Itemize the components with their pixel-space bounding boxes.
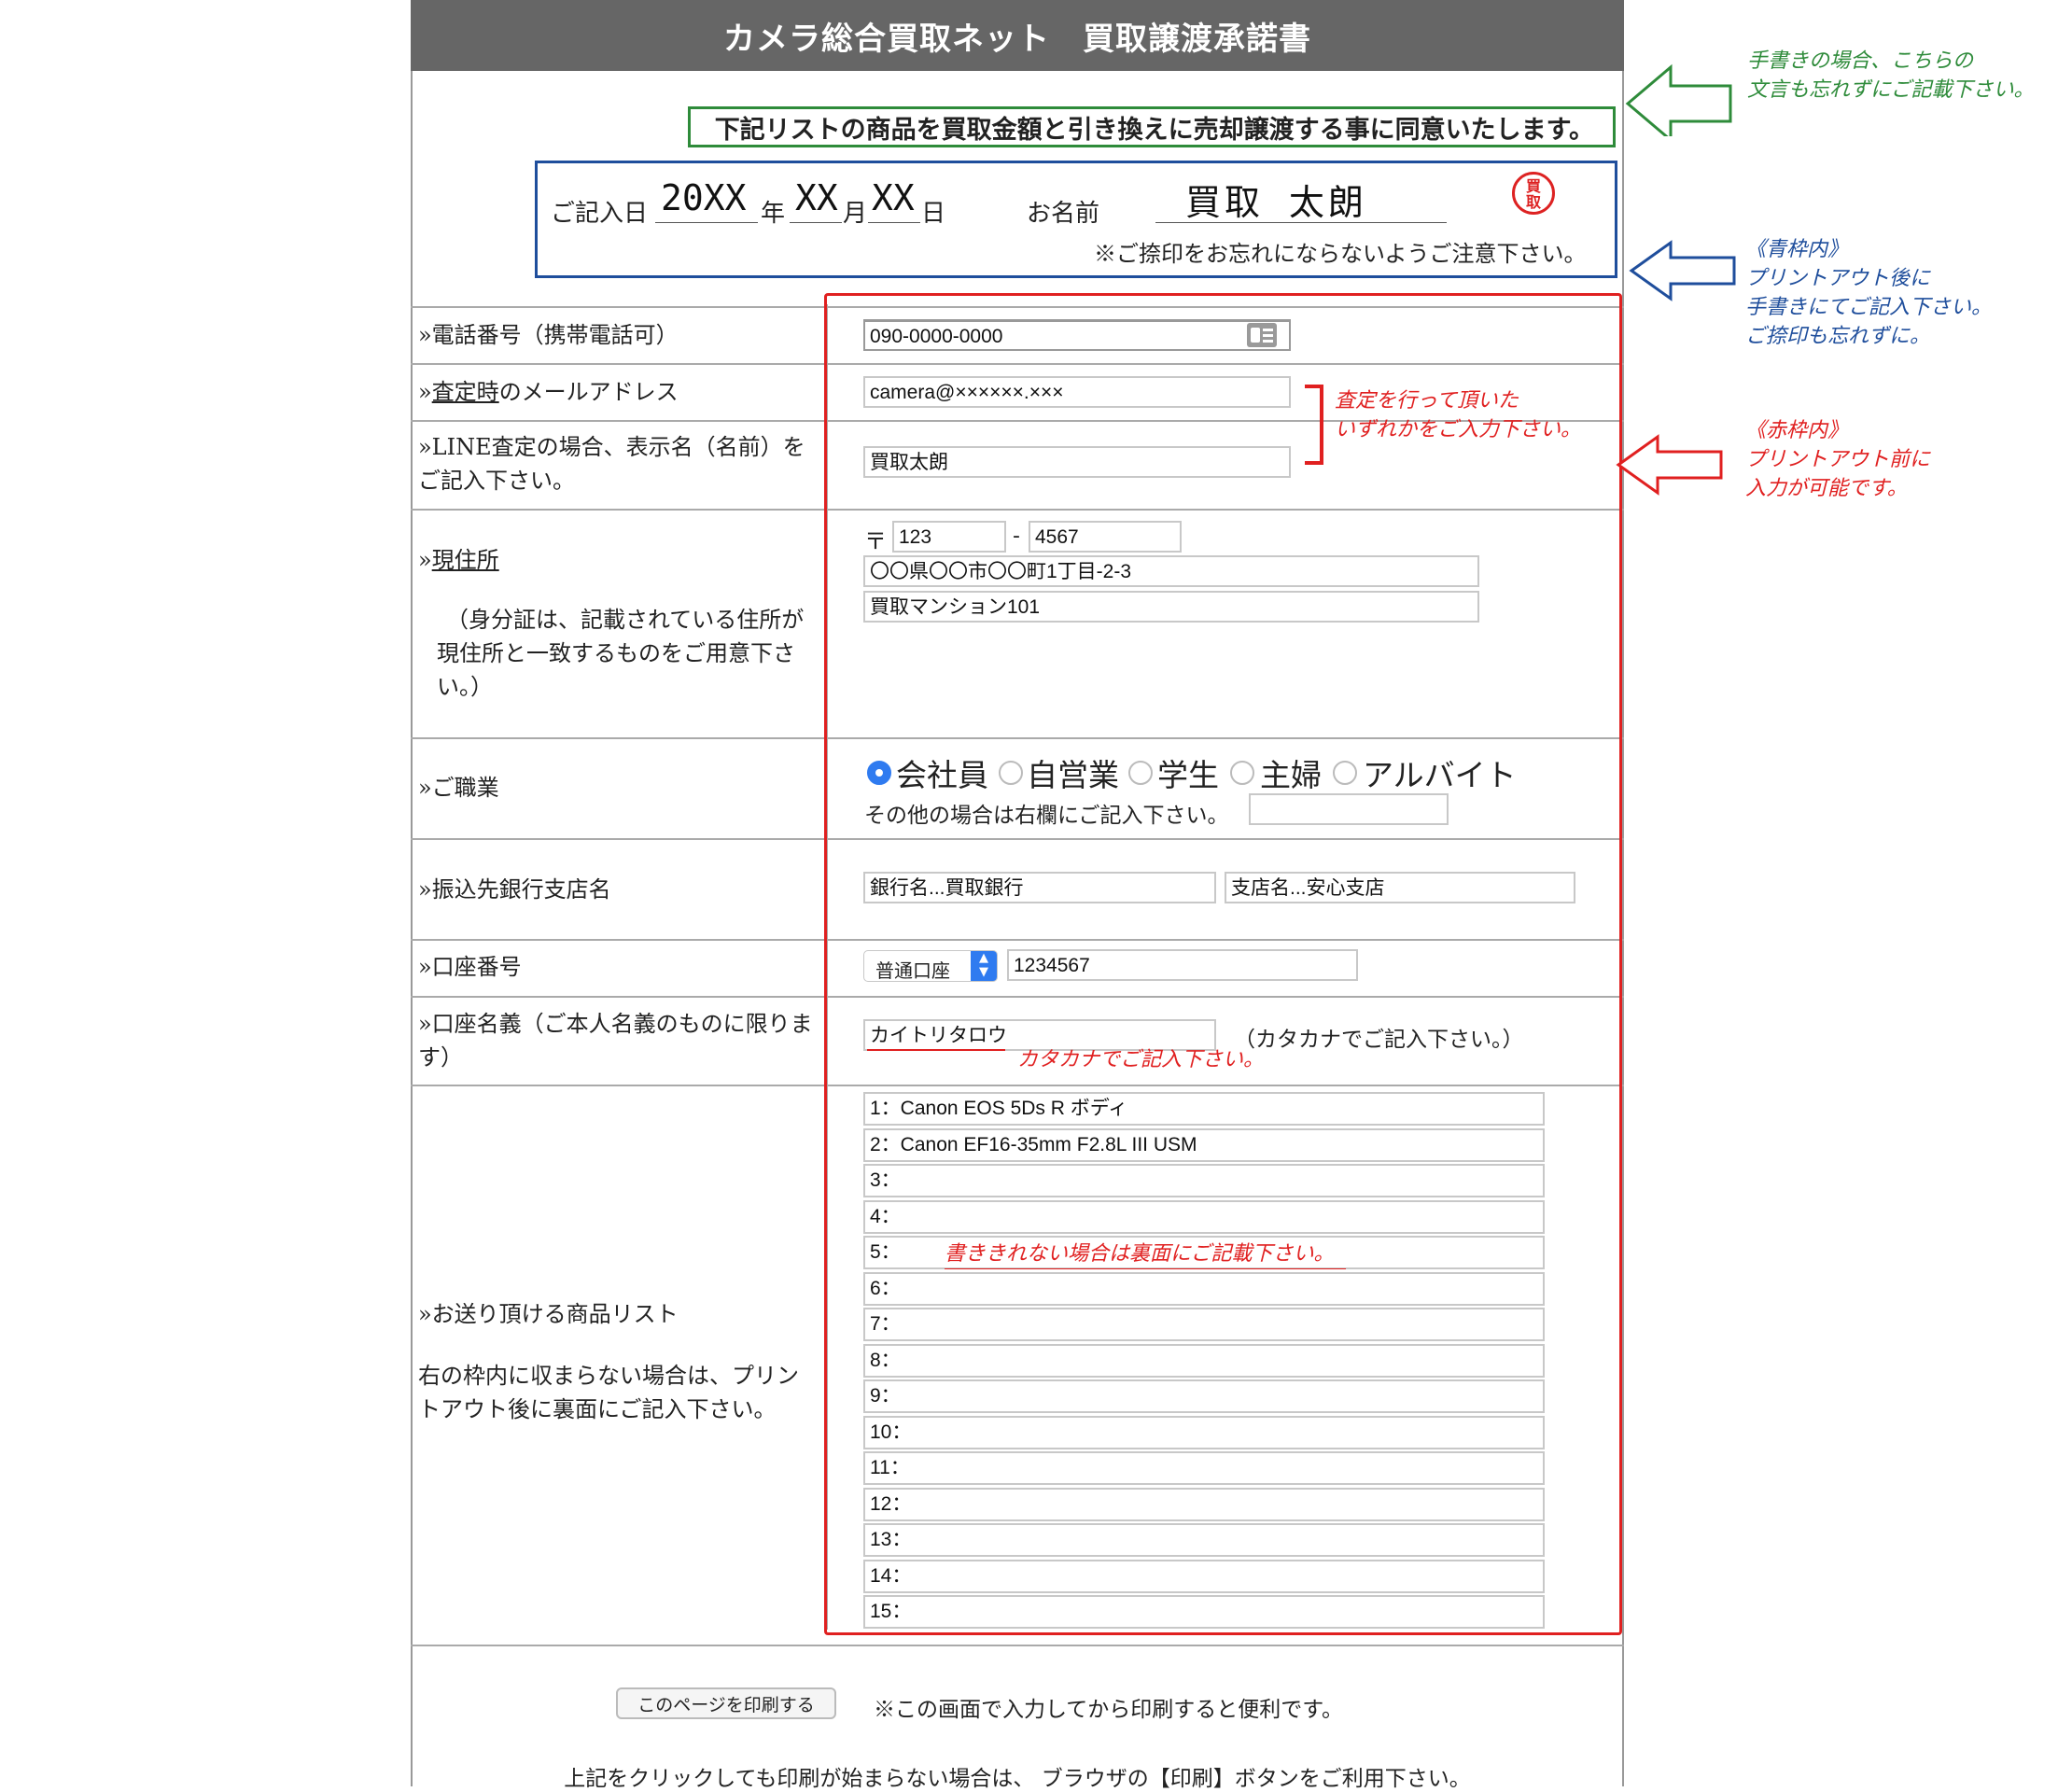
phone-label: »電話番号（携帯電話可） [418,322,679,348]
contact-card-icon[interactable] [1247,323,1277,347]
phone-input[interactable]: 090-0000-0000 [863,319,1291,351]
blue-arrow-icon [1629,240,1736,301]
job-label: »ご職業 [418,775,499,801]
holder-hint: （カタカナでご記入下さい。） [1234,1028,1524,1052]
job-option-5[interactable]: アルバイト [1363,750,1517,795]
job-other-label: その他の場合は右欄にご記入下さい。 [864,804,1229,828]
job-radio-2[interactable] [999,761,1023,785]
page-title: カメラ総合買取ネット 買取譲渡承諾書 [411,0,1624,71]
item-row-15-input[interactable]: 15： [863,1595,1545,1629]
item-row-1-input[interactable]: 1：Canon EOS 5Ds R ボディ [863,1092,1545,1126]
red-arrow-icon [1616,434,1723,496]
job-option-1[interactable]: 会社員 [896,750,988,795]
bank-name-input[interactable]: 銀行名...買取銀行 [863,872,1216,903]
address-line2-input[interactable]: 買取マンション101 [863,591,1479,623]
print-note: ※この画面で入力してから印刷すると便利です。 [874,1698,1344,1722]
item-row-13-input[interactable]: 13： [863,1523,1545,1557]
job-radio-5[interactable] [1333,761,1357,785]
holder-underline [867,1049,1005,1051]
red-side-note: 《赤枠内》 プリントアウト前に 入力が可能です。 [1745,419,1931,500]
date-label: ご記入日 [551,200,649,228]
date-day: XX [872,177,915,218]
email-input[interactable]: camera@××××××.××× [863,376,1291,408]
red-items-note: 書ききれない場合は裏面にご記載下さい。 [945,1239,1346,1269]
seal-char-1: 買 [1525,177,1541,195]
item-row-12-input[interactable]: 12： [863,1487,1545,1521]
item-row-4-input[interactable]: 4： [863,1199,1545,1234]
line-label: »LINE査定の場合、表示名（名前）をご記入下さい。 [418,434,805,494]
account-number-input[interactable]: 1234567 [1007,949,1358,981]
name-label: お名前 [1027,200,1100,228]
item-row-6-input[interactable]: 6： [863,1271,1545,1306]
print-footer: 上記をクリックしても印刷が始まらない場合は、 ブラウザの【印刷】ボタンをご利用下… [564,1767,1471,1791]
job-option-2[interactable]: 自営業 [1027,750,1119,795]
line-name-input[interactable]: 買取太朗 [863,446,1291,478]
date-month: XX [795,177,838,218]
agreement-box: 下記リストの商品を買取金額と引き換えに売却譲渡する事に同意いたします。 [688,106,1616,147]
items-note: 右の枠内に収まらない場合は、プリントアウト後に裏面にご記入下さい。 [418,1363,799,1422]
account-label: »口座番号 [418,954,522,980]
date-year-unit: 年 [761,200,786,228]
bank-label: »振込先銀行支店名 [418,876,611,903]
name-value: 買取 太朗 [1185,182,1367,223]
seal-char-2: 取 [1525,193,1541,211]
item-row-11-input[interactable]: 11： [863,1451,1545,1485]
job-option-4[interactable]: 主婦 [1260,750,1322,795]
address-label: »現住所 [418,547,499,573]
email-label: »査定時のメールアドレス [418,379,679,405]
address-note: （身分証は、記載されている住所が現住所と一致するものをご用意下さい。） [437,607,805,700]
item-row-2-input[interactable]: 2：Canon EF16-35mm F2.8L III USM [863,1127,1545,1162]
item-row-7-input[interactable]: 7： [863,1308,1545,1341]
blue-note: 《青枠内》 プリントアウト後に 手書きにてご記入下さい。 ご捺印も忘れずに。 [1745,238,1993,348]
branch-name-input[interactable]: 支店名...安心支店 [1225,872,1575,903]
date-month-unit: 月 [843,200,868,228]
seal-stamp: 買 取 [1512,172,1555,215]
job-radio-3[interactable] [1128,761,1153,785]
date-year: 20XX [661,177,747,218]
account-type-value: 普通口座 [875,961,950,982]
agreement-text: 下記リストの商品を買取金額と引き換えに売却譲渡する事に同意いたします。 [714,115,1594,145]
zip-separator: - [1013,525,1020,548]
select-arrows-icon[interactable]: ▲ ▼ [971,951,997,981]
item-row-14-input[interactable]: 14： [863,1559,1545,1593]
job-other-input[interactable] [1249,793,1449,825]
zip1-input[interactable]: 123 [892,521,1006,553]
item-row-10-input[interactable]: 10： [863,1415,1545,1449]
red-katakana-note: カタカナでご記入下さい。 [1017,1048,1265,1071]
item-row-8-input[interactable]: 8： [863,1343,1545,1378]
item-row-9-input[interactable]: 9： [863,1379,1545,1413]
print-button[interactable]: このページを印刷する [616,1687,836,1719]
job-radio-1[interactable] [867,761,891,785]
holder-label: »口座名義（ご本人名義のものに限ります） [418,1011,813,1071]
seal-note: ※ご捺印をお忘れにならないようご注意下さい。 [1094,241,1587,267]
address-line1-input[interactable]: 〇〇県〇〇市〇〇町1丁目-2-3 [863,555,1479,587]
green-note: 手書きの場合、こちらの 文言も忘れずにご記載下さい。 [1747,49,2035,102]
zip2-input[interactable]: 4567 [1029,521,1182,553]
date-day-unit: 日 [921,200,946,228]
red-bracket-icon [1305,385,1323,465]
green-arrow-icon [1625,63,1732,136]
items-label: »お送り頂ける商品リスト [418,1301,679,1327]
postal-mark: 〒 [864,528,887,554]
item-row-3-input[interactable]: 3： [863,1164,1545,1197]
red-email-note: 査定を行って頂いた いずれかをご入力下さい。 [1335,389,1582,441]
job-option-3[interactable]: 学生 [1157,750,1219,795]
job-radio-4[interactable] [1230,761,1254,785]
account-type-select[interactable]: 普通口座 ▲ ▼ [863,950,998,982]
